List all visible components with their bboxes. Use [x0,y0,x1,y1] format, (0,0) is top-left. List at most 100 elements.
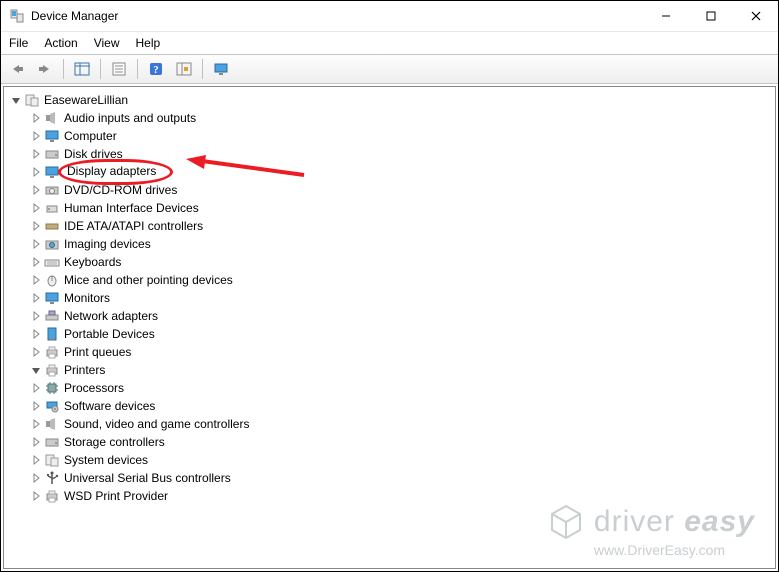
category-icon [44,434,60,450]
chevron-right-icon[interactable] [30,112,42,124]
tree-item-network-adapters[interactable]: Network adapters [30,307,775,325]
chevron-right-icon[interactable] [30,256,42,268]
menu-help[interactable]: Help [136,36,161,50]
chevron-right-icon[interactable] [30,328,42,340]
tree-item-dvd-cd-rom-drives[interactable]: DVD/CD-ROM drives [30,181,775,199]
category-icon [44,236,60,252]
monitor-button[interactable] [209,57,233,81]
help-button[interactable]: ? [144,57,168,81]
scan-hardware-button[interactable] [172,57,196,81]
tree-item-label: Printers [64,361,105,379]
category-icon [44,470,60,486]
tree-item-audio-inputs-and-outputs[interactable]: Audio inputs and outputs [30,109,775,127]
chevron-right-icon[interactable] [30,490,42,502]
menu-file[interactable]: File [9,36,28,50]
tree-item-label: Print queues [64,343,131,361]
tree-item-human-interface-devices[interactable]: Human Interface Devices [30,199,775,217]
tree-item-label: Human Interface Devices [64,199,199,217]
tree-item-label: Sound, video and game controllers [64,415,249,433]
tree-item-printers[interactable]: Printers [30,361,775,379]
tree-root-label: EasewareLillian [44,91,128,109]
category-icon [44,146,60,162]
tree-item-label: Monitors [64,289,110,307]
device-manager-icon [9,8,25,24]
tree-item-mice-and-other-pointing-devices[interactable]: Mice and other pointing devices [30,271,775,289]
watermark-url: www.DriverEasy.com [594,542,755,558]
tree-item-ide-ata-atapi-controllers[interactable]: IDE ATA/ATAPI controllers [30,217,775,235]
back-button[interactable] [5,57,29,81]
tree-item-computer[interactable]: Computer [30,127,775,145]
properties-button[interactable] [107,57,131,81]
chevron-right-icon[interactable] [30,346,42,358]
show-hide-tree-button[interactable] [70,57,94,81]
menu-view[interactable]: View [94,36,120,50]
chevron-right-icon[interactable] [30,202,42,214]
tree-item-processors[interactable]: Processors [30,379,775,397]
watermark: driver easy www.DriverEasy.com [546,502,755,558]
chevron-down-icon[interactable] [30,364,42,376]
category-icon [44,488,60,504]
tree-item-universal-serial-bus-controllers[interactable]: Universal Serial Bus controllers [30,469,775,487]
chevron-right-icon[interactable] [30,220,42,232]
chevron-right-icon[interactable] [30,400,42,412]
chevron-right-icon[interactable] [30,166,42,178]
category-icon [44,308,60,324]
tree-item-imaging-devices[interactable]: Imaging devices [30,235,775,253]
chevron-right-icon[interactable] [30,184,42,196]
category-icon [44,452,60,468]
category-icon [44,272,60,288]
tree-item-label: IDE ATA/ATAPI controllers [64,217,203,235]
close-button[interactable] [733,1,778,31]
tree-item-label: Processors [64,379,124,397]
tree-item-sound-video-and-game-controllers[interactable]: Sound, video and game controllers [30,415,775,433]
chevron-right-icon[interactable] [30,130,42,142]
window-title: Device Manager [31,9,643,23]
minimize-button[interactable] [643,1,688,31]
chevron-right-icon[interactable] [30,148,42,160]
chevron-right-icon[interactable] [30,292,42,304]
chevron-right-icon[interactable] [30,274,42,286]
toolbar-separator [202,59,203,79]
tree-item-print-queues[interactable]: Print queues [30,343,775,361]
toolbar-separator [63,59,64,79]
category-icon [44,290,60,306]
maximize-button[interactable] [688,1,733,31]
tree-root[interactable]: EasewareLillian [10,91,775,109]
watermark-brand-1: driver [594,505,684,538]
tree-item-software-devices[interactable]: Software devices [30,397,775,415]
chevron-right-icon[interactable] [30,472,42,484]
menubar: File Action View Help [1,32,778,54]
category-icon [44,200,60,216]
tree-item-display-adapters[interactable]: Display adapters [30,163,775,181]
chevron-down-icon[interactable] [10,94,22,106]
chevron-right-icon[interactable] [30,382,42,394]
category-icon [44,344,60,360]
tree-item-portable-devices[interactable]: Portable Devices [30,325,775,343]
chevron-right-icon[interactable] [30,238,42,250]
toolbar: ? [1,54,778,84]
tree-item-system-devices[interactable]: System devices [30,451,775,469]
tree-item-label: Keyboards [64,253,121,271]
category-icon [44,110,60,126]
tree-item-label: Audio inputs and outputs [64,109,196,127]
titlebar: Device Manager [1,1,778,32]
chevron-right-icon[interactable] [30,454,42,466]
tree-item-label: Mice and other pointing devices [64,271,233,289]
tree-item-keyboards[interactable]: Keyboards [30,253,775,271]
category-icon [44,128,60,144]
tree-item-label: Imaging devices [64,235,151,253]
menu-action[interactable]: Action [44,36,77,50]
category-icon [44,416,60,432]
tree-item-label: Network adapters [64,307,158,325]
tree-item-storage-controllers[interactable]: Storage controllers [30,433,775,451]
tree-item-wsd-print-provider[interactable]: WSD Print Provider [30,487,775,505]
forward-button[interactable] [33,57,57,81]
computer-icon [24,92,40,108]
chevron-right-icon[interactable] [30,418,42,430]
tree-item-label: System devices [64,451,148,469]
chevron-right-icon[interactable] [30,436,42,448]
chevron-right-icon[interactable] [30,310,42,322]
tree-item-monitors[interactable]: Monitors [30,289,775,307]
category-icon [44,218,60,234]
toolbar-separator [137,59,138,79]
